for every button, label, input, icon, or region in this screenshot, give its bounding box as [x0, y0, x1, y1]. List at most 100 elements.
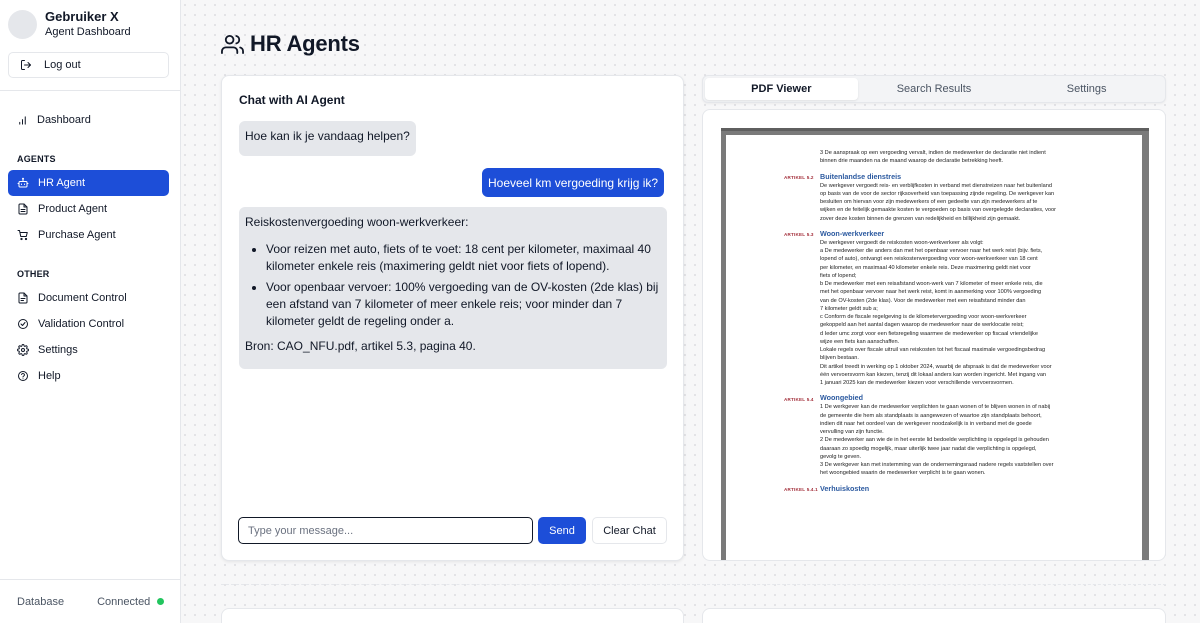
viewer-tabs: PDF Viewer Search Results Settings — [702, 75, 1166, 103]
pdf-text-line: blijven bestaan. — [820, 355, 859, 362]
help-icon — [18, 371, 28, 381]
pdf-article-number: ARTIKEL 5.3 — [784, 232, 814, 238]
sidebar-item-label: Dashboard — [37, 114, 91, 126]
pdf-text-line: fiets of lopend; — [820, 272, 857, 279]
file-icon — [18, 292, 28, 304]
sidebar-item-document-control[interactable]: Document Control — [8, 285, 169, 311]
agents-section-label: AGENTS — [17, 154, 56, 164]
pdf-text-line: zover deze kosten binnen de grenzen van … — [820, 215, 1021, 222]
sidebar-item-dashboard[interactable]: Dashboard — [8, 107, 169, 133]
message-bullet: Voor openbaar vervoer: 100% vergoeding v… — [266, 279, 661, 330]
pdf-text-line: lopend of auto), ontvangt een reiskosten… — [820, 256, 1038, 263]
check-circle-icon — [18, 319, 28, 329]
user-role: Agent Dashboard — [45, 26, 131, 38]
pdf-text-line: van de OV-kosten (2de klas). Voor de med… — [820, 297, 1026, 304]
message-text: Hoe kan ik je vandaag helpen? — [245, 129, 410, 143]
pdf-text-line: 1 januari 2025 kan de medewerker kiezen … — [820, 380, 1014, 386]
pdf-text-line: 7 kilometer geldt sub a; — [820, 305, 878, 312]
bottom-left-card — [221, 608, 684, 623]
message-bullets: Voor reizen met auto, fiets of te voet: … — [245, 241, 661, 330]
cart-icon — [17, 230, 28, 241]
pdf-viewer[interactable]: 3 De aanspraak op een vergoeding vervalt… — [702, 109, 1166, 561]
pdf-text-line: wijze een fiets kan aanschaffen. — [820, 338, 900, 345]
logout-button[interactable]: Log out — [8, 52, 169, 78]
sidebar-item-purchase-agent[interactable]: Purchase Agent — [8, 222, 169, 248]
bar-chart-icon — [19, 115, 26, 125]
sidebar-item-help[interactable]: Help — [8, 363, 169, 389]
pdf-text-line: vervulling van zijn functie. — [820, 429, 884, 435]
agent-message: Hoe kan ik je vandaag helpen? — [239, 121, 416, 156]
message-source: Bron: CAO_NFU.pdf, artikel 5.3, pagina 4… — [245, 339, 476, 353]
agent-message: Reiskostenvergoeding woon-werkverkeer: V… — [239, 207, 667, 369]
sidebar-item-validation-control[interactable]: Validation Control — [8, 311, 169, 337]
pdf-text-line: per kilometer, en maximaal 40 kilometer … — [820, 264, 1031, 271]
pdf-text-line: d Ieder umc zorgt voor een fietsregeling… — [820, 330, 1038, 337]
tab-settings[interactable]: Settings — [1010, 78, 1163, 100]
pdf-text-line: Lokale regels over fiscale uitruil van r… — [820, 347, 1046, 353]
pdf-text-line: binnen drie maanden na de maand waarop d… — [820, 158, 1004, 165]
pdf-text-line: 2 De medewerker aan wie de in het eerste… — [820, 437, 1049, 444]
send-button[interactable]: Send — [538, 517, 586, 544]
user-message: Hoeveel km vergoeding krijg ik? — [482, 168, 665, 197]
pdf-text-line: daaraan zo spoedig mogelijk, maar uiterl… — [820, 445, 1037, 452]
pdf-article-heading: Verhuiskosten — [820, 483, 870, 493]
user-profile: Gebruiker X Agent Dashboard — [8, 9, 131, 40]
message-bullet: Voor reizen met auto, fiets of te voet: … — [266, 241, 661, 275]
sidebar: Gebruiker X Agent Dashboard Log out Dash… — [0, 0, 181, 623]
pdf-text-line: a De medewerker die anders dan met het o… — [820, 248, 1043, 254]
pdf-text-line: De werkgever vergoedt reis- en verblijfk… — [820, 182, 1052, 189]
pdf-article-heading: Woongebied — [820, 393, 863, 403]
chat-message-input[interactable] — [238, 517, 533, 544]
status-indicator — [157, 598, 165, 605]
logout-label: Log out — [44, 59, 81, 71]
sidebar-item-product-agent[interactable]: Product Agent — [8, 196, 169, 222]
bottom-right-card — [702, 608, 1166, 623]
pdf-article-number: ARTIKEL 5.4.1 — [784, 487, 818, 492]
logout-icon — [21, 60, 31, 70]
pdf-text-line: de gemeente die hem als standplaats is a… — [820, 412, 1042, 419]
page-header: HR Agents — [221, 31, 360, 57]
pdf-text-line: het woongebied waarin de medewerker verp… — [820, 470, 986, 477]
sidebar-item-label: Document Control — [38, 292, 127, 304]
robot-icon — [17, 177, 29, 188]
sidebar-item-settings[interactable]: Settings — [8, 337, 169, 363]
pdf-article-number: ARTIKEL 5.4 — [784, 396, 814, 402]
pdf-text-line: besluiten om hiervan voor zijn medewerke… — [820, 199, 1038, 205]
pdf-text-line: De werkgever vergoedt de reiskosten woon… — [820, 239, 984, 246]
pdf-article-heading: Buitenlandse dienstreis — [820, 171, 902, 181]
pdf-text-line: indien dit naar het oordeel van de werkg… — [820, 420, 1032, 427]
document-icon — [18, 203, 28, 215]
tab-search-results[interactable]: Search Results — [858, 78, 1011, 100]
sidebar-item-hr-agent[interactable]: HR Agent — [8, 170, 169, 196]
clear-chat-button[interactable]: Clear Chat — [592, 517, 667, 544]
page-title: HR Agents — [250, 31, 360, 56]
section-divider — [221, 584, 1166, 585]
other-section-label: OTHER — [17, 269, 50, 279]
tab-pdf-viewer[interactable]: PDF Viewer — [705, 78, 858, 100]
connection-status: Database Connected — [0, 579, 180, 623]
pdf-text-line: wijken en de feitelijk gemaakte kosten t… — [820, 207, 1057, 214]
pdf-text-line: Dit artikel treedt in werking op 1 oktob… — [820, 363, 1052, 370]
pdf-text-line: één vervoersvorm kan kiezen, tenzij dit … — [820, 371, 1047, 378]
pdf-text-line: c Conform de fiscale regelgeving is de k… — [820, 314, 1027, 320]
sidebar-item-label: Purchase Agent — [38, 229, 116, 241]
sidebar-item-label: Validation Control — [38, 318, 125, 330]
sidebar-item-label: Help — [38, 370, 61, 382]
users-icon — [221, 34, 244, 54]
pdf-text-line: 1 De werkgever kan de medewerker verplic… — [820, 404, 1051, 411]
pdf-page[interactable]: 3 De aanspraak op een vergoeding vervalt… — [726, 135, 1142, 560]
pdf-text-line: 3 De aanspraak op een vergoeding vervalt… — [820, 150, 1046, 156]
pdf-text-line: b De medewerker met een reisafstand woon… — [820, 281, 1043, 287]
status-label: Database — [17, 595, 65, 608]
message-intro: Reiskostenvergoeding woon-werkverkeer: — [245, 215, 469, 229]
pdf-frame: 3 De aanspraak op een vergoeding vervalt… — [721, 128, 1149, 560]
sidebar-item-label: Settings — [38, 344, 78, 356]
pdf-text-line: op basis van de voor de sector rijksover… — [820, 190, 1055, 197]
pdf-text-line: 3 De werkgever kan met instemming van de… — [820, 462, 1054, 468]
message-text: Hoeveel km vergoeding krijg ik? — [488, 176, 659, 190]
pdf-text-line: met het openbaar vervoer naar het werk r… — [820, 289, 1042, 296]
sidebar-divider — [0, 90, 180, 91]
chat-panel: Chat with AI Agent Hoe kan ik je vandaag… — [221, 75, 684, 561]
pdf-article-number: ARTIKEL 5.2 — [784, 175, 814, 180]
chat-title: Chat with AI Agent — [239, 93, 345, 107]
